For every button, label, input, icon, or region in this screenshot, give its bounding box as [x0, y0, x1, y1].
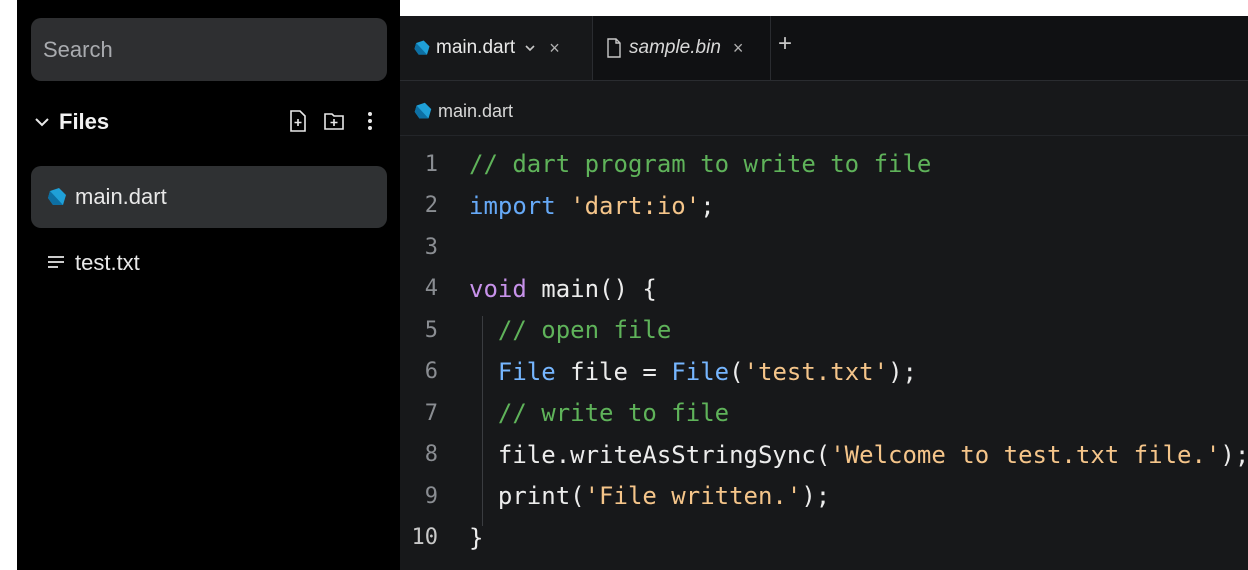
code-token: ); — [888, 357, 917, 386]
text-file-icon — [45, 251, 69, 275]
code-token: File — [497, 357, 571, 386]
code-text: void main() { — [469, 275, 657, 303]
line-number: 3 — [424, 234, 438, 260]
new-file-icon[interactable] — [287, 110, 309, 132]
files-title: Files — [59, 109, 110, 134]
line-number: 6 — [424, 359, 438, 384]
code-line[interactable]: 9 print('File written.'); — [400, 476, 1248, 516]
dart-icon — [412, 100, 434, 122]
code-token: ( — [729, 357, 744, 386]
code-token: // dart program to write to file — [469, 150, 932, 178]
close-tab-button[interactable]: × — [733, 38, 744, 59]
code-token: } — [469, 523, 484, 552]
more-vertical-icon[interactable] — [359, 110, 381, 132]
code-line[interactable]: 2 import 'dart:io'; — [400, 186, 1248, 226]
dart-icon — [45, 185, 69, 209]
line-number: 2 — [424, 193, 438, 218]
code-token: main() { — [541, 274, 657, 303]
code-text: // write to file — [469, 399, 729, 427]
code-line[interactable]: 6 File file = File('test.txt'); — [400, 352, 1248, 392]
file-name: test.txt — [75, 250, 140, 275]
code-text: file.writeAsStringSync('Welcome to test.… — [469, 441, 1248, 469]
code-line[interactable]: 8 file.writeAsStringSync('Welcome to tes… — [400, 435, 1248, 475]
code-text: // dart program to write to file — [469, 150, 931, 178]
code-line[interactable]: 10} — [400, 518, 1248, 558]
chevron-down-icon[interactable] — [31, 111, 53, 133]
code-token: 'Welcome to test.txt file.' — [830, 440, 1221, 469]
code-text: } — [469, 524, 483, 552]
line-number: 7 — [424, 400, 438, 426]
tab-label: sample.bin — [629, 37, 721, 58]
code-token: 'test.txt' — [743, 357, 889, 386]
code-token: ); — [1220, 440, 1248, 469]
line-number: 9 — [424, 483, 438, 509]
code-token: 'dart:io' — [570, 191, 701, 220]
file-icon — [605, 38, 625, 58]
tab-sample-bin[interactable]: sample.bin × — [593, 16, 771, 80]
code-line[interactable]: 4 void main() { — [400, 269, 1248, 309]
file-item-test-txt[interactable]: test.txt — [31, 232, 387, 294]
code-token: File — [671, 357, 730, 386]
code-text: File file = File('test.txt'); — [469, 358, 917, 386]
line-number: 8 — [424, 442, 438, 467]
code-text: print('File written.'); — [469, 482, 830, 510]
code-token: ; — [700, 191, 715, 220]
divider — [400, 135, 1248, 136]
dart-icon — [412, 38, 432, 58]
chevron-down-icon[interactable] — [523, 41, 537, 55]
line-number: 5 — [424, 317, 438, 343]
code-token: file = — [570, 357, 672, 386]
code-token: print( — [469, 482, 585, 510]
breadcrumb-label[interactable]: main.dart — [438, 101, 513, 122]
file-name: main.dart — [75, 184, 167, 209]
files-section-header[interactable]: Files — [31, 100, 381, 144]
code-text: // open file — [469, 316, 671, 344]
code-token: // write to file — [469, 399, 730, 427]
line-number: 4 — [424, 276, 438, 301]
code-token: void — [469, 274, 542, 303]
tab-label: main.dart — [436, 37, 516, 58]
code-token: file.writeAsStringSync( — [469, 440, 831, 469]
file-explorer-sidebar: Files main.dart test.txt — [17, 0, 400, 570]
file-item-main-dart[interactable]: main.dart — [31, 166, 387, 228]
tab-main-dart[interactable]: main.dart × — [400, 16, 593, 80]
add-tab-button[interactable]: + — [778, 30, 792, 58]
code-line[interactable]: 5 // open file — [400, 310, 1248, 350]
code-text: import 'dart:io'; — [469, 192, 715, 220]
code-token: // open file — [469, 316, 672, 344]
code-token: ); — [801, 482, 831, 510]
tab-bar: main.dart × sample.bin × + — [400, 16, 1248, 81]
code-token: import — [469, 191, 571, 220]
code-line[interactable]: 1 // dart program to write to file — [400, 144, 1248, 184]
new-folder-icon[interactable] — [323, 110, 345, 132]
line-number: 1 — [424, 151, 438, 177]
line-number: 10 — [411, 525, 439, 550]
search-input[interactable] — [31, 18, 387, 81]
code-line[interactable]: 7 // write to file — [400, 393, 1248, 433]
code-editor: main.dart × sample.bin × + main.dart 1 //… — [400, 16, 1248, 570]
code-line[interactable]: 3 — [400, 227, 1248, 267]
code-token: 'File written.' — [584, 482, 802, 510]
close-tab-button[interactable]: × — [549, 38, 560, 59]
breadcrumb: main.dart — [412, 94, 513, 128]
files-actions — [287, 110, 381, 132]
